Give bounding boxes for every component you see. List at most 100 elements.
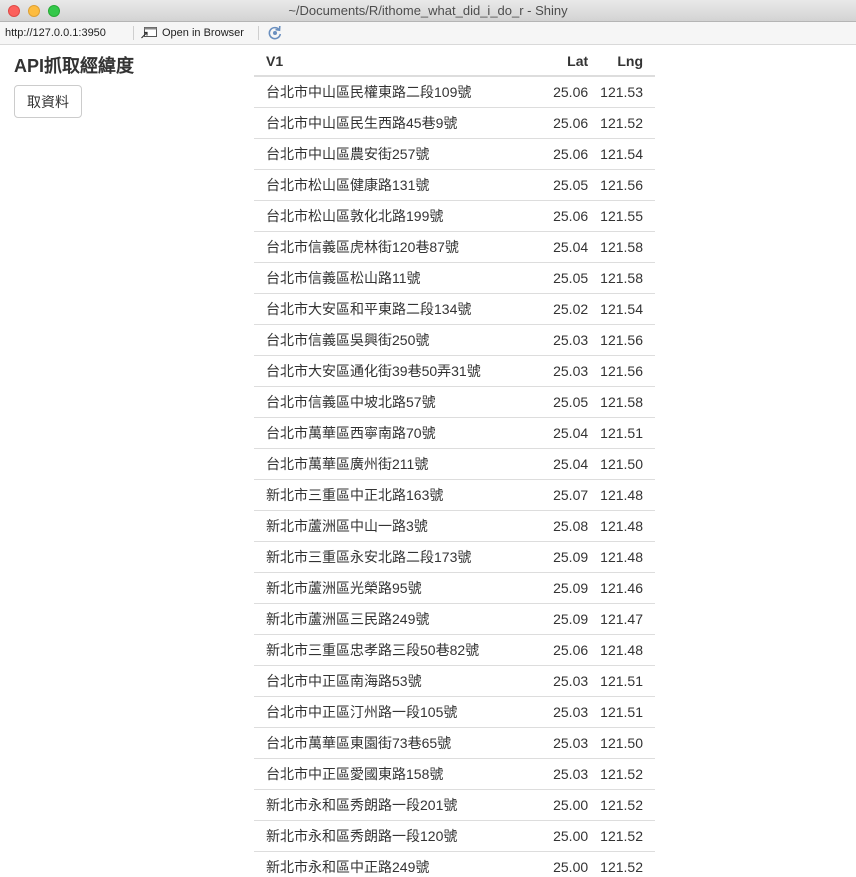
cell-address: 新北市永和區秀朗路一段120號 xyxy=(254,820,530,852)
cell-lng: 121.58 xyxy=(588,386,655,418)
cell-lat: 25.04 xyxy=(529,448,589,480)
table-row: 新北市蘆洲區三民路249號 25.09 121.47 xyxy=(254,603,655,635)
cell-lat: 25.06 xyxy=(529,634,589,666)
cell-address: 台北市松山區健康路131號 xyxy=(254,169,530,201)
cell-address: 台北市萬華區廣州街211號 xyxy=(254,448,530,480)
cell-lng: 121.56 xyxy=(588,355,655,387)
cell-lng: 121.48 xyxy=(588,510,655,542)
cell-address: 新北市永和區中正路249號 xyxy=(254,851,530,877)
table-row: 新北市蘆洲區光榮路95號 25.09 121.46 xyxy=(254,572,655,604)
cell-address: 台北市信義區吳興街250號 xyxy=(254,324,530,356)
cell-lng: 121.54 xyxy=(588,138,655,170)
cell-lat: 25.05 xyxy=(529,169,589,201)
cell-lat: 25.03 xyxy=(529,758,589,790)
cell-lat: 25.06 xyxy=(529,76,589,108)
table-row: 台北市信義區中坡北路57號 25.05 121.58 xyxy=(254,386,655,418)
cell-lat: 25.08 xyxy=(529,510,589,542)
cell-address: 台北市松山區敦化北路199號 xyxy=(254,200,530,232)
table-row: 新北市永和區秀朗路一段201號 25.00 121.52 xyxy=(254,789,655,821)
table-row: 台北市中山區民權東路二段109號 25.06 121.53 xyxy=(254,76,655,108)
cell-lat: 25.00 xyxy=(529,820,589,852)
table-row: 台北市中山區民生西路45巷9號 25.06 121.52 xyxy=(254,107,655,139)
cell-address: 台北市信義區虎林街120巷87號 xyxy=(254,231,530,263)
cell-lng: 121.48 xyxy=(588,479,655,511)
column-header-v1: V1 xyxy=(254,45,530,77)
cell-address: 台北市萬華區東園街73巷65號 xyxy=(254,727,530,759)
table-row: 台北市松山區敦化北路199號 25.06 121.55 xyxy=(254,200,655,232)
table-row: 新北市三重區永安北路二段173號 25.09 121.48 xyxy=(254,541,655,573)
cell-lat: 25.04 xyxy=(529,417,589,449)
cell-lng: 121.58 xyxy=(588,262,655,294)
cell-address: 台北市中正區南海路53號 xyxy=(254,665,530,697)
app-title: API抓取經緯度 xyxy=(14,56,135,76)
cell-lat: 25.03 xyxy=(529,355,589,387)
cell-address: 新北市三重區中正北路163號 xyxy=(254,479,530,511)
open-in-browser-button[interactable]: Open in Browser xyxy=(141,24,244,42)
table-header-row: V1 Lat Lng xyxy=(254,45,655,77)
cell-lng: 121.56 xyxy=(588,169,655,201)
cell-lng: 121.52 xyxy=(588,758,655,790)
column-header-lat: Lat xyxy=(529,45,589,77)
table-row: 台北市大安區和平東路二段134號 25.02 121.54 xyxy=(254,293,655,325)
cell-address: 新北市蘆洲區中山一路3號 xyxy=(254,510,530,542)
table-row: 台北市大安區通化街39巷50弄31號 25.03 121.56 xyxy=(254,355,655,387)
table-row: 台北市中正區汀州路一段105號 25.03 121.51 xyxy=(254,696,655,728)
cell-address: 台北市中正區汀州路一段105號 xyxy=(254,696,530,728)
cell-lng: 121.51 xyxy=(588,665,655,697)
toolbar-divider xyxy=(133,26,134,40)
table-row: 新北市三重區忠孝路三段50巷82號 25.06 121.48 xyxy=(254,634,655,666)
cell-address: 台北市中正區愛國東路158號 xyxy=(254,758,530,790)
cell-lat: 25.00 xyxy=(529,789,589,821)
table-row: 台北市信義區虎林街120巷87號 25.04 121.58 xyxy=(254,231,655,263)
cell-lng: 121.50 xyxy=(588,727,655,759)
table-row: 台北市萬華區廣州街211號 25.04 121.50 xyxy=(254,448,655,480)
cell-lat: 25.04 xyxy=(529,231,589,263)
cell-address: 台北市大安區通化街39巷50弄31號 xyxy=(254,355,530,387)
table-row: 台北市萬華區西寧南路70號 25.04 121.51 xyxy=(254,417,655,449)
fetch-data-button[interactable]: 取資料 xyxy=(14,85,82,118)
cell-lng: 121.46 xyxy=(588,572,655,604)
cell-lat: 25.06 xyxy=(529,200,589,232)
cell-address: 新北市蘆洲區光榮路95號 xyxy=(254,572,530,604)
url-text: http://127.0.0.1:3950 xyxy=(5,27,106,39)
cell-lat: 25.05 xyxy=(529,262,589,294)
cell-lng: 121.51 xyxy=(588,417,655,449)
cell-lat: 25.07 xyxy=(529,479,589,511)
cell-lng: 121.52 xyxy=(588,107,655,139)
cell-address: 新北市蘆洲區三民路249號 xyxy=(254,603,530,635)
table-row: 台北市松山區健康路131號 25.05 121.56 xyxy=(254,169,655,201)
toolbar-divider xyxy=(258,26,259,40)
cell-address: 台北市信義區中坡北路57號 xyxy=(254,386,530,418)
cell-address: 台北市中山區農安街257號 xyxy=(254,138,530,170)
table-row: 台北市中正區愛國東路158號 25.03 121.52 xyxy=(254,758,655,790)
cell-address: 新北市三重區永安北路二段173號 xyxy=(254,541,530,573)
results-table-container: V1 Lat Lng 台北市中山區民權東路二段109號 25.06 121.53 台北… xyxy=(254,45,655,877)
cell-lng: 121.50 xyxy=(588,448,655,480)
cell-lng: 121.56 xyxy=(588,324,655,356)
cell-lng: 121.58 xyxy=(588,231,655,263)
cell-lng: 121.47 xyxy=(588,603,655,635)
cell-address: 台北市信義區松山路11號 xyxy=(254,262,530,294)
cell-lng: 121.55 xyxy=(588,200,655,232)
cell-lat: 25.09 xyxy=(529,603,589,635)
window-title: ~/Documents/R/ithome_what_did_i_do_r - S… xyxy=(288,3,568,18)
cell-address: 台北市萬華區西寧南路70號 xyxy=(254,417,530,449)
cell-address: 台北市中山區民生西路45巷9號 xyxy=(254,107,530,139)
table-row: 台北市中山區農安街257號 25.06 121.54 xyxy=(254,138,655,170)
cell-lat: 25.05 xyxy=(529,386,589,418)
cell-lng: 121.52 xyxy=(588,820,655,852)
cell-lng: 121.48 xyxy=(588,541,655,573)
table-row: 新北市永和區中正路249號 25.00 121.52 xyxy=(254,851,655,877)
cell-lat: 25.03 xyxy=(529,665,589,697)
refresh-icon[interactable] xyxy=(266,24,284,42)
cell-lat: 25.03 xyxy=(529,324,589,356)
table-row: 新北市蘆洲區中山一路3號 25.08 121.48 xyxy=(254,510,655,542)
cell-address: 台北市中山區民權東路二段109號 xyxy=(254,76,530,108)
cell-address: 新北市永和區秀朗路一段201號 xyxy=(254,789,530,821)
open-browser-icon xyxy=(141,27,157,39)
cell-lng: 121.52 xyxy=(588,851,655,877)
table-row: 新北市永和區秀朗路一段120號 25.00 121.52 xyxy=(254,820,655,852)
cell-lat: 25.06 xyxy=(529,138,589,170)
cell-lat: 25.00 xyxy=(529,851,589,877)
cell-address: 新北市三重區忠孝路三段50巷82號 xyxy=(254,634,530,666)
